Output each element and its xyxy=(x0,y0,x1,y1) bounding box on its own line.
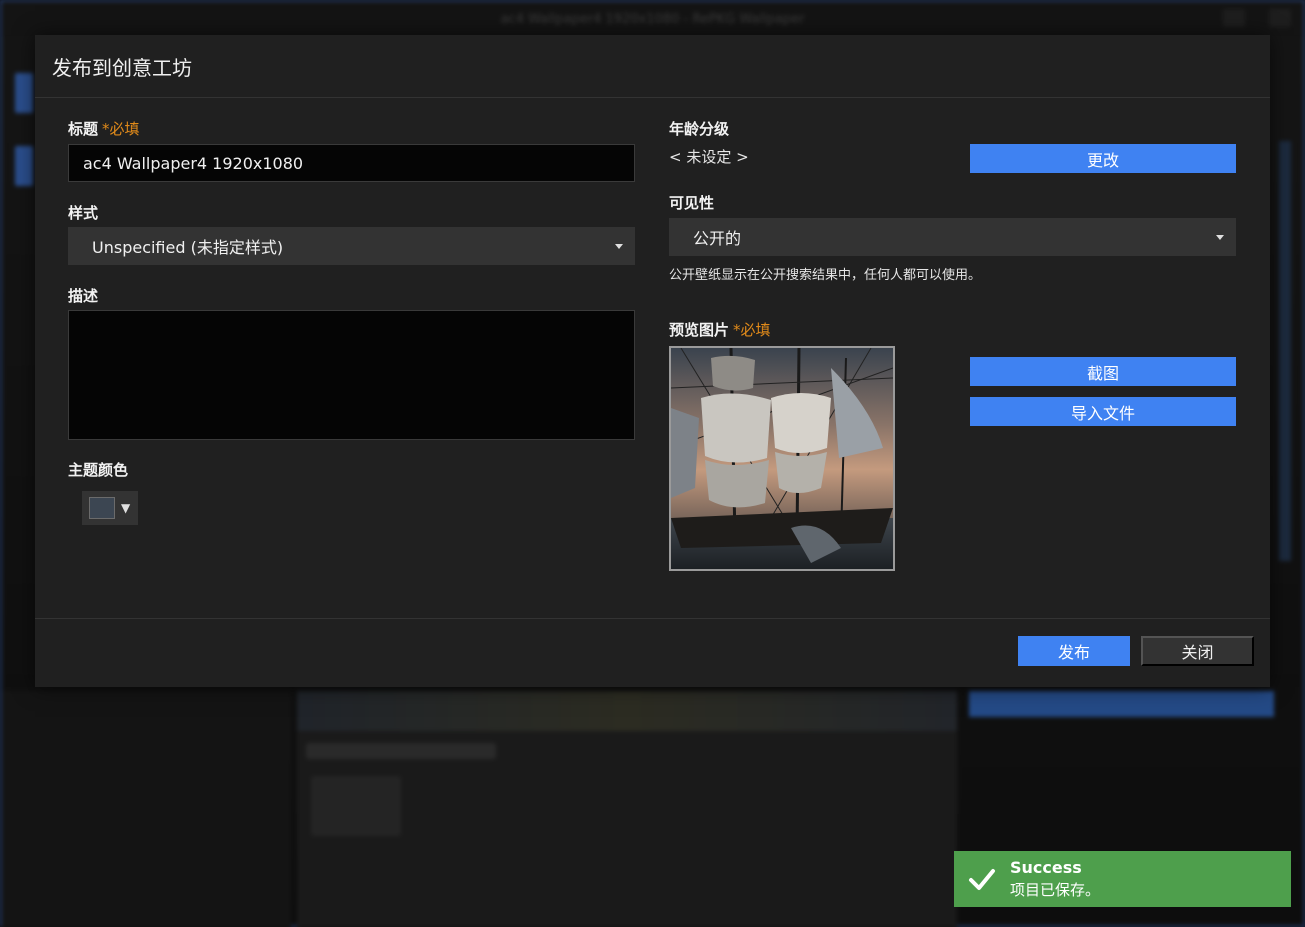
import-file-button[interactable]: 导入文件 xyxy=(970,397,1236,426)
background-maximize-button xyxy=(1223,9,1245,27)
style-dropdown[interactable]: Unspecified (未指定样式) xyxy=(68,227,635,265)
visibility-label: 可见性 xyxy=(669,194,715,212)
visibility-dropdown[interactable]: 公开的 xyxy=(669,218,1236,256)
title-label: 标题 *必填 xyxy=(68,118,140,139)
visibility-selected-value: 公开的 xyxy=(693,229,742,248)
publish-button[interactable]: 发布 xyxy=(1018,636,1130,666)
preview-label-text: 预览图片 xyxy=(669,321,730,339)
chevron-down-icon xyxy=(615,244,623,249)
publish-dialog: 发布到创意工坊 标题 *必填 ac4 Wallpaper4 1920x1080 样… xyxy=(35,35,1270,687)
theme-color-label: 主题颜色 xyxy=(68,461,129,479)
style-label: 样式 xyxy=(68,204,99,222)
toast-title: Success xyxy=(1010,858,1082,877)
background-preview-strip xyxy=(297,691,957,731)
checkmark-icon xyxy=(954,867,1010,891)
style-selected-value: Unspecified (未指定样式) xyxy=(92,238,284,257)
background-action-bar xyxy=(969,691,1274,717)
required-marker: *必填 xyxy=(102,120,140,138)
background-scrollbar xyxy=(1279,141,1291,561)
dialog-body: 标题 *必填 ac4 Wallpaper4 1920x1080 样式 Unspec… xyxy=(35,98,1270,619)
toast-text: Success 项目已保存。 xyxy=(1010,858,1100,900)
dialog-title: 发布到创意工坊 xyxy=(52,55,192,80)
toast-message: 项目已保存。 xyxy=(1010,881,1101,899)
theme-color-picker[interactable]: ▼ xyxy=(82,491,138,525)
dialog-footer: 发布 关闭 xyxy=(35,619,1270,686)
background-sidebar-tab xyxy=(15,146,33,186)
change-age-rating-button[interactable]: 更改 xyxy=(970,144,1236,173)
background-thumbnail xyxy=(311,776,401,836)
title-input[interactable]: ac4 Wallpaper4 1920x1080 xyxy=(68,144,635,182)
background-window-title: ac4 Wallpaper4 1920x1080 - RePKG Wallpap… xyxy=(500,11,805,27)
background-title-bar: ac4 Wallpaper4 1920x1080 - RePKG Wallpap… xyxy=(1,1,1304,37)
description-label: 描述 xyxy=(68,287,99,305)
age-rating-label: 年龄分级 xyxy=(669,120,730,138)
required-marker: *必填 xyxy=(733,321,771,339)
background-close-button xyxy=(1269,9,1291,27)
background-toolbar xyxy=(306,743,496,759)
color-swatch xyxy=(89,497,115,519)
ship-preview-image xyxy=(671,348,893,569)
preview-image xyxy=(669,346,895,571)
success-toast[interactable]: Success 项目已保存。 xyxy=(954,851,1291,907)
background-sidebar-tab xyxy=(15,73,33,113)
chevron-down-icon xyxy=(1216,235,1224,240)
title-label-text: 标题 xyxy=(68,120,99,138)
description-textarea[interactable] xyxy=(68,310,635,440)
dropdown-arrow-icon: ▼ xyxy=(121,501,131,515)
age-rating-value: < 未设定 > xyxy=(669,148,749,166)
background-left-panel xyxy=(1,691,291,927)
title-input-value: ac4 Wallpaper4 1920x1080 xyxy=(83,153,304,173)
dialog-header: 发布到创意工坊 xyxy=(35,35,1270,98)
close-button[interactable]: 关闭 xyxy=(1141,636,1254,666)
screenshot-button[interactable]: 截图 xyxy=(970,357,1236,386)
preview-label: 预览图片 *必填 xyxy=(669,319,771,340)
visibility-hint: 公开壁纸显示在公开搜索结果中，任何人都可以使用。 xyxy=(669,268,982,283)
